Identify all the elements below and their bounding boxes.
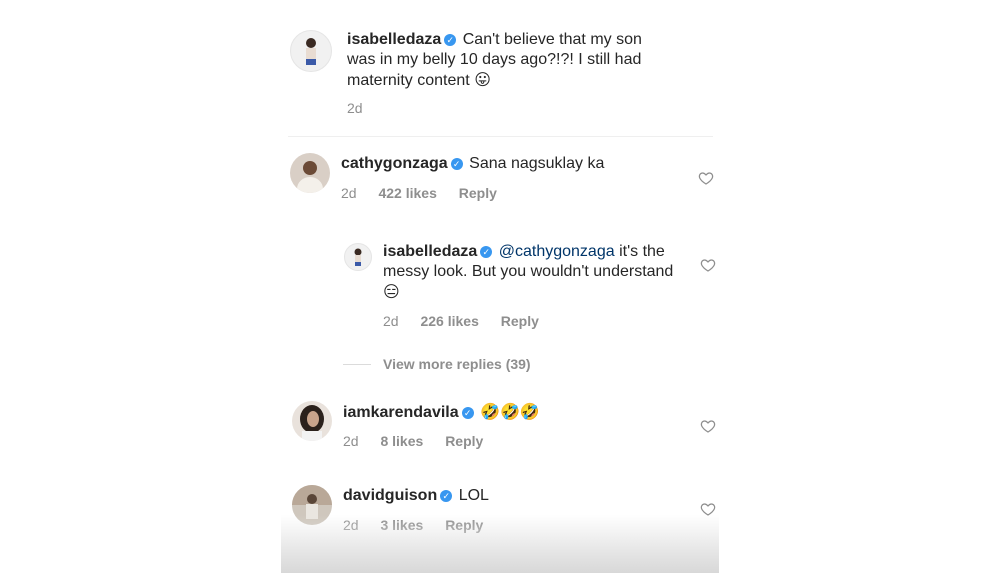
heart-icon[interactable] (700, 418, 716, 434)
comment-text: davidguison ✓ LOL (343, 486, 683, 506)
divider-line (343, 364, 371, 365)
avatar-image (292, 485, 332, 519)
reply-emoji: 😑 (383, 282, 400, 301)
reply-button[interactable]: Reply (445, 433, 483, 449)
timestamp: 2d (343, 517, 359, 533)
reply-button[interactable]: Reply (501, 313, 539, 329)
reply-button[interactable]: Reply (459, 185, 497, 201)
likes-count[interactable]: 422 likes (378, 185, 436, 201)
likes-count[interactable]: 8 likes (380, 433, 423, 449)
username[interactable]: isabelledaza (383, 243, 477, 260)
likes-count[interactable]: 3 likes (380, 517, 423, 533)
avatar-image (306, 38, 316, 65)
username[interactable]: iamkarendavila (343, 404, 459, 421)
avatar[interactable] (292, 485, 332, 525)
comment-body: 🤣🤣🤣 (480, 402, 540, 421)
comment-meta: 2d 3 likes Reply (343, 517, 501, 533)
reply-meta: 2d 226 likes Reply (383, 313, 557, 329)
reply-button[interactable]: Reply (445, 517, 483, 533)
verified-icon: ✓ (444, 34, 457, 46)
comment-meta: 2d 8 likes Reply (343, 433, 501, 449)
verified-icon: ✓ (440, 490, 453, 502)
view-more-replies[interactable]: View more replies (39) (343, 356, 531, 372)
divider (288, 136, 713, 137)
username[interactable]: cathygonzaga (341, 155, 448, 172)
caption-text: isabelledaza ✓ Can't believe that my son … (347, 30, 667, 91)
comment-body: Sana nagsuklay ka (469, 155, 605, 172)
comment-text: cathygonzaga ✓ Sana nagsuklay ka (341, 154, 681, 174)
reply-text: isabelledaza ✓ @cathygonzaga it's the mes… (383, 242, 683, 303)
comments-panel: isabelledaza ✓ Can't believe that my son … (281, 0, 719, 573)
avatar[interactable] (292, 401, 332, 441)
comment-body: LOL (458, 487, 489, 504)
timestamp: 2d (343, 433, 359, 449)
username[interactable]: davidguison (343, 487, 437, 504)
username[interactable]: isabelledaza (347, 31, 441, 48)
timestamp: 2d (383, 313, 399, 329)
verified-icon: ✓ (461, 407, 474, 419)
mention-link[interactable]: @cathygonzaga (499, 243, 615, 260)
avatar-image (354, 248, 362, 266)
heart-icon[interactable] (700, 257, 716, 273)
heart-icon[interactable] (700, 501, 716, 517)
caption-meta: 2d (347, 100, 381, 116)
verified-icon: ✓ (480, 246, 493, 258)
heart-icon[interactable] (698, 170, 714, 186)
likes-count[interactable]: 226 likes (420, 313, 478, 329)
verified-icon: ✓ (450, 158, 463, 170)
avatar[interactable] (290, 153, 330, 193)
timestamp: 2d (347, 100, 363, 116)
view-more-label: View more replies (39) (383, 356, 531, 372)
avatar[interactable] (344, 243, 372, 271)
avatar-image (300, 405, 324, 441)
avatar-image (297, 161, 323, 193)
avatar[interactable] (290, 30, 332, 72)
comment-text: iamkarendavila ✓ 🤣🤣🤣 (343, 402, 683, 423)
comment-meta: 2d 422 likes Reply (341, 185, 515, 201)
caption-emoji: 😛 (474, 70, 491, 89)
timestamp: 2d (341, 185, 357, 201)
